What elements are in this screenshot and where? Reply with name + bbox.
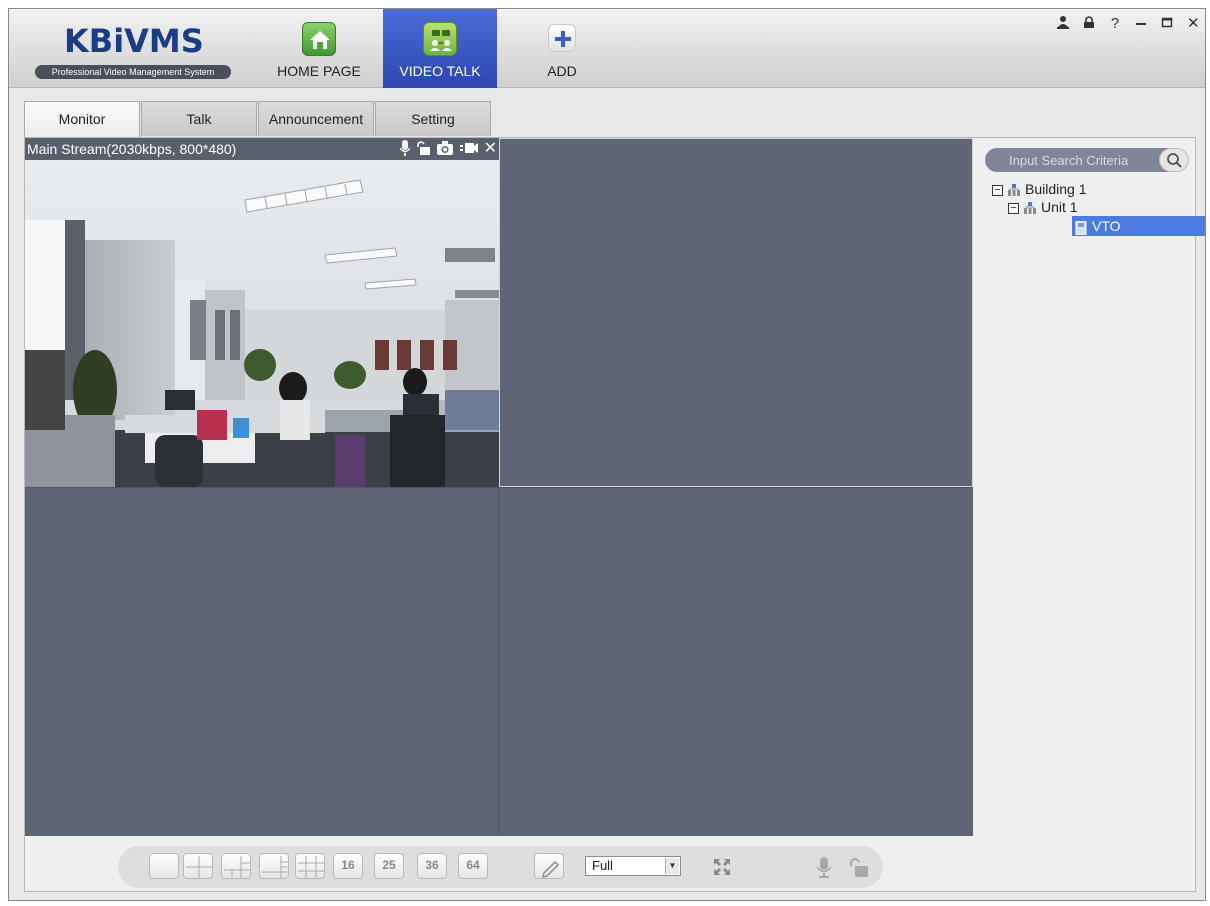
unit-icon [1023, 201, 1037, 215]
chevron-down-icon: ▼ [665, 858, 679, 874]
tab-monitor[interactable]: Monitor [24, 101, 140, 137]
video-window-1[interactable]: Main Stream(2030kbps, 800*480) ✕ [25, 138, 499, 487]
record-icon[interactable] [459, 140, 478, 161]
nav-add-label: ADD [547, 63, 577, 79]
nav-video-talk[interactable]: VIDEO TALK [383, 9, 497, 88]
video-header: Main Stream(2030kbps, 800*480) ✕ [25, 138, 499, 160]
bottom-toolbar: 16 25 36 64 Full ▼ [25, 836, 973, 891]
split-8-button[interactable] [259, 853, 289, 879]
close-icon[interactable]: ✕ [1187, 15, 1200, 34]
logo-text: KBiVMS [64, 23, 204, 59]
split-25-label: 25 [382, 858, 396, 872]
split-25-button[interactable]: 25 [374, 853, 404, 879]
video-window-4[interactable] [499, 487, 973, 836]
split-1-button[interactable] [149, 853, 179, 879]
microphone-icon[interactable] [399, 140, 411, 161]
tree-node-vto[interactable]: VTO [1072, 216, 1205, 236]
video-talk-icon [423, 22, 457, 56]
add-icon [548, 24, 576, 52]
split-64-button[interactable]: 64 [458, 853, 488, 879]
tree-node-unit-label: Unit 1 [1041, 199, 1078, 215]
search-button[interactable] [1159, 148, 1189, 172]
top-bar: KBiVMS Professional Video Management Sys… [9, 9, 1205, 88]
search-input[interactable] [993, 150, 1153, 170]
search-box [985, 148, 1189, 172]
camera-snapshot-icon[interactable] [436, 140, 454, 161]
split-6-button[interactable] [221, 853, 251, 879]
custom-split-button[interactable] [534, 853, 564, 879]
logo-subtitle: Professional Video Management System [35, 65, 231, 79]
split-16-button[interactable]: 16 [333, 853, 363, 879]
maximize-icon[interactable] [1161, 15, 1173, 34]
split-4-button[interactable] [183, 853, 213, 879]
video-tools: ✕ [399, 140, 497, 161]
split-36-button[interactable]: 36 [417, 853, 447, 879]
microphone-icon[interactable] [813, 856, 835, 878]
tab-talk[interactable]: Talk [141, 101, 257, 136]
nav-add[interactable]: ADD [507, 9, 617, 88]
scale-select[interactable]: Full ▼ [585, 856, 681, 876]
app-logo: KBiVMS Professional Video Management Sys… [33, 19, 233, 79]
tab-bar: Monitor Talk Announcement Setting [24, 101, 492, 137]
fullscreen-icon[interactable] [711, 856, 733, 878]
building-icon [1007, 183, 1021, 197]
lock-icon[interactable] [1083, 15, 1095, 34]
logo-main: KBiVMS [64, 22, 204, 60]
minimize-icon[interactable] [1135, 15, 1147, 34]
tab-announcement[interactable]: Announcement [258, 101, 374, 136]
nav-home-page[interactable]: HOME PAGE [264, 9, 374, 88]
collapse-icon[interactable]: − [1008, 202, 1019, 214]
home-icon [302, 22, 336, 56]
split-16-label: 16 [341, 858, 355, 872]
app-window: KBiVMS Professional Video Management Sys… [8, 8, 1206, 901]
unlock-icon[interactable] [848, 856, 870, 878]
scale-select-value: Full [592, 858, 613, 873]
device-tree: − Building 1 − Unit 1 VTO [992, 180, 1205, 236]
stream-info: Main Stream(2030kbps, 800*480) [27, 141, 237, 157]
nav-video-talk-label: VIDEO TALK [399, 63, 481, 79]
live-video-feed[interactable] [25, 160, 499, 487]
video-window-2[interactable] [499, 138, 973, 487]
unlock-icon[interactable] [416, 140, 430, 161]
vto-device-icon [1074, 220, 1088, 236]
tab-setting[interactable]: Setting [375, 101, 491, 136]
split-64-label: 64 [466, 858, 480, 872]
split-9-button[interactable] [295, 853, 325, 879]
nav-home-label: HOME PAGE [277, 63, 361, 79]
video-grid: Main Stream(2030kbps, 800*480) ✕ [25, 138, 973, 836]
monitor-panel: Main Stream(2030kbps, 800*480) ✕ 16 25 3… [24, 137, 1205, 892]
collapse-icon[interactable]: − [992, 184, 1003, 196]
tree-node-unit[interactable]: − Unit 1 [992, 198, 1205, 216]
split-36-label: 36 [425, 858, 439, 872]
close-icon[interactable]: ✕ [484, 140, 497, 161]
tree-node-building-label: Building 1 [1025, 181, 1087, 197]
window-controls: ? ✕ [1057, 15, 1200, 34]
help-icon[interactable]: ? [1109, 15, 1121, 34]
video-window-3[interactable] [25, 487, 499, 836]
tree-node-vto-label: VTO [1092, 218, 1121, 234]
tree-node-building[interactable]: − Building 1 [992, 180, 1205, 198]
user-icon[interactable] [1057, 15, 1069, 34]
